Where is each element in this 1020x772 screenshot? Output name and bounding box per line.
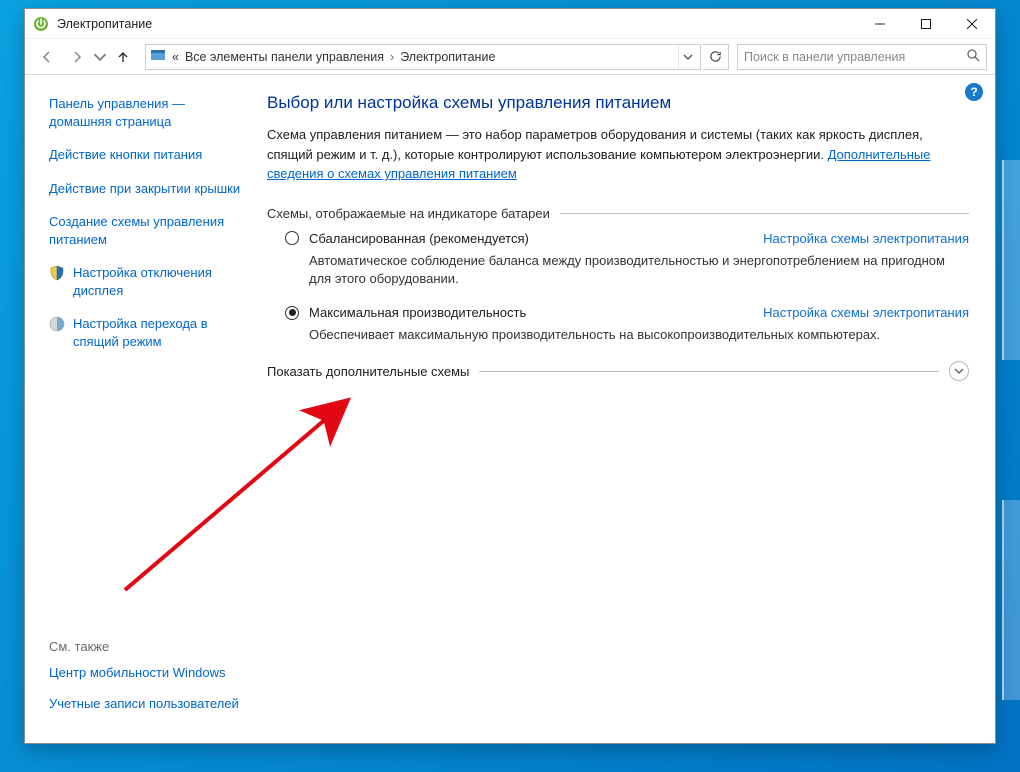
chevron-down-icon <box>949 361 969 381</box>
sidebar-home-link[interactable]: Панель управления — домашняя страница <box>49 95 247 130</box>
shield-icon <box>49 316 65 332</box>
sidebar: Панель управления — домашняя страница Де… <box>25 75 263 743</box>
plan-balanced-radio[interactable]: Сбалансированная (рекомендуется) <box>285 231 529 246</box>
see-also-user-accounts[interactable]: Учетные записи пользователей <box>49 695 247 713</box>
power-plan-balanced: Сбалансированная (рекомендуется) Настрой… <box>285 231 969 290</box>
see-also-mobility-center[interactable]: Центр мобильности Windows <box>49 664 247 682</box>
plans-group-label: Схемы, отображаемые на индикаторе батаре… <box>267 206 550 221</box>
plan-balanced-settings-link[interactable]: Настройка схемы электропитания <box>763 231 969 246</box>
plan-high-perf-radio[interactable]: Максимальная производительность <box>285 305 526 320</box>
breadcrumb-seg-1[interactable]: Все элементы панели управления <box>185 50 384 64</box>
refresh-button[interactable] <box>703 44 729 70</box>
shield-icon <box>49 265 65 281</box>
plan-balanced-name: Сбалансированная (рекомендуется) <box>309 231 529 246</box>
plan-high-perf-desc: Обеспечивает максимальную производительн… <box>309 326 969 345</box>
sidebar-item-power-button[interactable]: Действие кнопки питания <box>49 146 247 164</box>
plan-balanced-desc: Автоматическое соблюдение баланса между … <box>309 252 969 290</box>
forward-button[interactable] <box>63 43 91 71</box>
show-additional-plans[interactable]: Показать дополнительные схемы <box>267 361 969 381</box>
minimize-button[interactable] <box>857 9 903 39</box>
power-plan-high-performance: Максимальная производительность Настройк… <box>285 305 969 345</box>
window: Электропитание « Все элементы панели упр… <box>24 8 996 744</box>
sidebar-item-sleep[interactable]: Настройка перехода в спящий режим <box>73 315 247 350</box>
plans-group-header: Схемы, отображаемые на индикаторе батаре… <box>267 206 969 221</box>
breadcrumb[interactable]: « Все элементы панели управления › Элект… <box>145 44 701 70</box>
power-options-icon <box>33 16 49 32</box>
main-panel: ? Выбор или настройка схемы управления п… <box>263 75 995 743</box>
search-placeholder: Поиск в панели управления <box>744 50 960 64</box>
radio-checked-icon <box>285 306 299 320</box>
breadcrumb-chevrons: « <box>172 50 179 64</box>
window-title: Электропитание <box>57 17 152 31</box>
control-panel-icon <box>150 47 166 66</box>
plan-high-perf-name: Максимальная производительность <box>309 305 526 320</box>
page-title: Выбор или настройка схемы управления пит… <box>267 93 969 113</box>
maximize-button[interactable] <box>903 9 949 39</box>
recent-dropdown[interactable] <box>93 43 107 71</box>
close-button[interactable] <box>949 9 995 39</box>
search-input[interactable]: Поиск в панели управления <box>737 44 987 70</box>
sidebar-item-create-plan[interactable]: Создание схемы управления питанием <box>49 213 247 248</box>
help-icon[interactable]: ? <box>965 83 983 101</box>
sidebar-see-also: См. также Центр мобильности Windows Учет… <box>49 639 247 727</box>
expander-label: Показать дополнительные схемы <box>267 364 469 379</box>
search-icon <box>966 48 980 65</box>
breadcrumb-dropdown[interactable] <box>678 45 696 69</box>
intro-body: Схема управления питанием — это набор па… <box>267 127 923 162</box>
sidebar-item-display-off[interactable]: Настройка отключения дисплея <box>73 264 247 299</box>
breadcrumb-seg-2[interactable]: Электропитание <box>400 50 495 64</box>
titlebar: Электропитание <box>25 9 995 39</box>
see-also-label: См. также <box>49 639 247 654</box>
breadcrumb-sep: › <box>390 50 394 64</box>
radio-icon <box>285 231 299 245</box>
sidebar-item-lid-close[interactable]: Действие при закрытии крышки <box>49 180 247 198</box>
back-button[interactable] <box>33 43 61 71</box>
plan-high-perf-settings-link[interactable]: Настройка схемы электропитания <box>763 305 969 320</box>
intro-text: Схема управления питанием — это набор па… <box>267 125 969 184</box>
up-button[interactable] <box>109 43 137 71</box>
address-bar: « Все элементы панели управления › Элект… <box>25 39 995 75</box>
